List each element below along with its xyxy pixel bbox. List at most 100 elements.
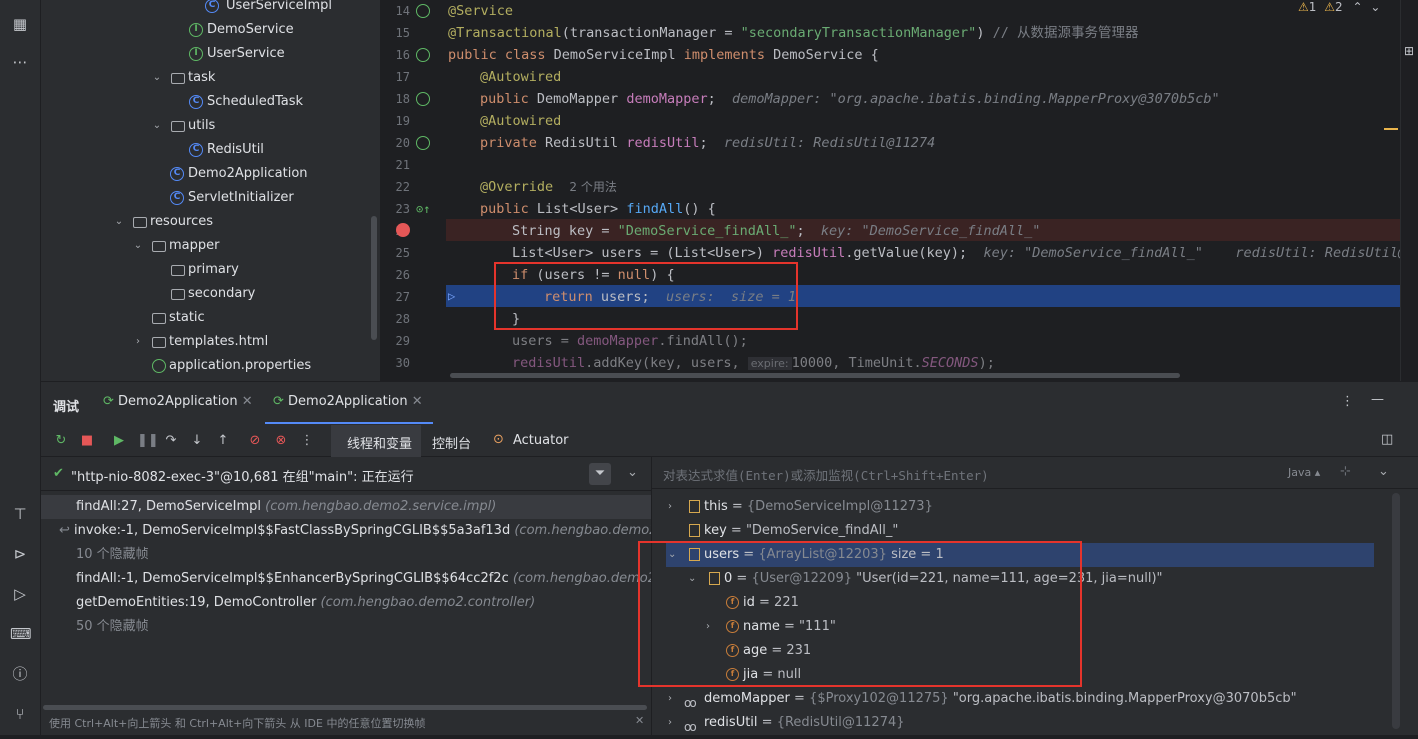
vars-vscrollbar[interactable] — [1392, 493, 1400, 729]
hidden-frames[interactable]: 50 个隐藏帧 — [76, 615, 149, 639]
editor-gutter[interactable]: 14 15 16 17 18 19 20 21 22 23 24 25 26 2… — [380, 0, 455, 381]
problems-icon[interactable]: ⓘ — [10, 664, 30, 684]
view-breakpoints-icon[interactable]: ⊘ — [247, 433, 263, 449]
eval-input[interactable]: 对表达式求值(Enter)或添加监视(Ctrl+Shift+Enter) — [663, 465, 989, 484]
structure-icon[interactable]: ▦ — [10, 14, 30, 34]
chevron-down-icon[interactable]: ⌄ — [627, 465, 638, 480]
code-line-17[interactable]: @Autowired — [480, 66, 561, 88]
tree-item[interactable]: C ScheduledTask — [189, 90, 303, 114]
close-icon[interactable]: ✕ — [412, 394, 423, 409]
tree-item[interactable]: › templates.html — [132, 330, 268, 354]
var-this[interactable]: › this = {DemoServiceImpl@11273} — [666, 495, 1406, 519]
warning-stripe[interactable] — [1384, 128, 1398, 130]
tree-item[interactable]: ⌄ mapper — [132, 234, 220, 258]
chevron-right-icon[interactable]: › — [668, 687, 672, 711]
tree-item[interactable]: static — [152, 306, 205, 330]
chevron-right-icon[interactable]: › — [132, 330, 144, 354]
var-key[interactable]: key = "DemoService_findAll_" — [666, 519, 1406, 543]
code-line-16[interactable]: public class DemoServiceImpl implements … — [448, 44, 879, 66]
tree-item[interactable]: ⌄ task — [151, 66, 216, 90]
spring-bean-icon[interactable] — [416, 48, 430, 62]
frame-row[interactable]: getDemoEntities:19, DemoController (com.… — [76, 591, 535, 615]
code-line-29[interactable]: users = demoMapper.findAll(); — [512, 330, 748, 352]
ai-assistant-icon[interactable]: ⊞ — [1404, 44, 1414, 58]
tab-actuator[interactable]: Actuator — [513, 433, 569, 448]
step-out-icon[interactable]: ↑ — [215, 433, 231, 449]
tab-console[interactable]: 控制台 — [432, 433, 471, 452]
chevron-up-icon[interactable]: ⌃ — [1352, 0, 1362, 14]
hidden-frames[interactable]: 10 个隐藏帧 — [76, 543, 149, 567]
terminal-icon[interactable]: ⌨ — [10, 624, 32, 644]
tree-item[interactable]: C Demo2Application — [170, 162, 308, 186]
filter-icon[interactable]: ⏷ — [589, 463, 611, 485]
tree-item[interactable]: primary — [171, 258, 239, 282]
git-icon[interactable]: ⑂ — [10, 704, 30, 724]
services-icon[interactable]: ⊳ — [10, 544, 30, 564]
code-line-20[interactable]: private RedisUtil redisUtil; redisUtil: … — [480, 132, 935, 154]
close-icon[interactable]: ✕ — [635, 714, 644, 727]
code-line-19[interactable]: @Autowired — [480, 110, 561, 132]
code-line-14[interactable]: @Service — [448, 0, 513, 22]
layout-icon[interactable]: ◫ — [1381, 432, 1393, 447]
frames-hscrollbar[interactable] — [43, 705, 647, 710]
chevron-right-icon[interactable]: › — [668, 711, 672, 735]
code-editor[interactable]: 14 15 16 17 18 19 20 21 22 23 24 25 26 2… — [380, 0, 1418, 381]
add-watch-icon[interactable]: ⊹ — [1340, 464, 1351, 479]
chevron-down-icon[interactable]: ⌄ — [1378, 464, 1389, 479]
code-line-18[interactable]: public DemoMapper demoMapper; demoMapper… — [480, 88, 1220, 110]
code-line-25[interactable]: List<User> users = (List<User>) redisUti… — [512, 242, 1418, 264]
var-redisutil[interactable]: › oo redisUtil = {RedisUtil@11274} — [666, 711, 1406, 735]
tree-item[interactable]: I DemoService — [189, 18, 294, 42]
breakpoint-icon[interactable] — [396, 223, 410, 237]
var-demomapper[interactable]: › oo demoMapper = {$Proxy102@11275} "org.a… — [666, 687, 1406, 711]
more-options-icon[interactable]: ⋮ — [1341, 394, 1354, 409]
tree-item[interactable]: C ServletInitializer — [170, 186, 294, 210]
run-icon[interactable]: ▷ — [10, 584, 30, 604]
code-line-30[interactable]: redisUtil.addKey(key, users, expire: 1000… — [512, 352, 995, 374]
step-over-icon[interactable]: ↷ — [163, 433, 179, 449]
chevron-down-icon[interactable]: ⌄ — [1370, 0, 1380, 14]
eval-bar[interactable]: 对表达式求值(Enter)或添加监视(Ctrl+Shift+Enter) Jav… — [652, 457, 1418, 489]
tree-item[interactable]: ⌄ utils — [151, 114, 216, 138]
tab-demo2application-1[interactable]: ⟳ Demo2Application ✕ — [103, 394, 253, 414]
tree-item[interactable]: ⌄ resources — [113, 210, 213, 234]
chevron-down-icon[interactable]: ⌄ — [113, 210, 125, 234]
tree-scrollbar[interactable] — [371, 216, 377, 340]
chevron-down-icon[interactable]: ⌄ — [151, 66, 163, 90]
tree-item[interactable]: C RedisUtil — [189, 138, 264, 162]
minimize-icon[interactable]: — — [1371, 392, 1384, 407]
code-line-22[interactable]: @Override 2 个用法 — [480, 176, 617, 198]
close-icon[interactable]: ✕ — [242, 394, 253, 409]
build-icon[interactable]: ⊤ — [10, 504, 30, 524]
thread-selector[interactable]: ✔ "http-nio-8082-exec-3"@10,681 在组"main"… — [41, 457, 651, 491]
more-options-icon[interactable]: ⋮ — [299, 433, 315, 449]
chevron-down-icon[interactable]: ⌄ — [151, 114, 163, 138]
resume-icon[interactable]: ▶ — [111, 433, 127, 449]
more-icon[interactable]: ⋯ — [10, 52, 30, 72]
tree-item[interactable]: application.properties — [152, 354, 311, 378]
tree-item[interactable]: secondary — [171, 282, 255, 306]
chevron-down-icon[interactable]: ⌄ — [132, 234, 144, 258]
autowired-icon[interactable] — [416, 92, 430, 106]
editor-hscrollbar[interactable] — [450, 373, 1180, 378]
tab-demo2application-2[interactable]: ⟳ Demo2Application ✕ — [273, 394, 423, 414]
inspection-widget[interactable]: ⚠1 ⚠2 ⌃ ⌄ — [1298, 0, 1380, 16]
frame-row[interactable]: findAll:27, DemoServiceImpl (com.hengbao… — [76, 495, 496, 519]
language-selector[interactable]: Java ▴ — [1288, 466, 1320, 479]
override-icon[interactable]: ⊙↑ — [416, 202, 430, 216]
pause-icon[interactable]: ❚❚ — [137, 433, 159, 449]
tree-item[interactable]: C UserServiceImpl — [205, 0, 332, 18]
code-line-24[interactable]: String key = "DemoService_findAll_"; key… — [512, 220, 1040, 242]
tree-item[interactable]: I UserService — [189, 42, 285, 66]
chevron-right-icon[interactable]: › — [668, 495, 672, 519]
code-line-15[interactable]: @Transactional(transactionManager = "sec… — [448, 22, 1138, 44]
autowired-icon[interactable] — [416, 136, 430, 150]
spring-bean-icon[interactable] — [416, 4, 430, 18]
code-line-23[interactable]: public List<User> findAll() { — [480, 198, 716, 220]
tab-threads-variables[interactable]: 线程和变量 — [347, 433, 412, 452]
frame-row[interactable]: ↩ invoke:-1, DemoServiceImpl$$FastClassB… — [59, 519, 746, 543]
step-into-icon[interactable]: ↓ — [189, 433, 205, 449]
stop-icon[interactable]: ■ — [79, 433, 95, 449]
mute-breakpoints-icon[interactable]: ⊗ — [273, 433, 289, 449]
rerun-icon[interactable]: ↻ — [53, 433, 69, 449]
